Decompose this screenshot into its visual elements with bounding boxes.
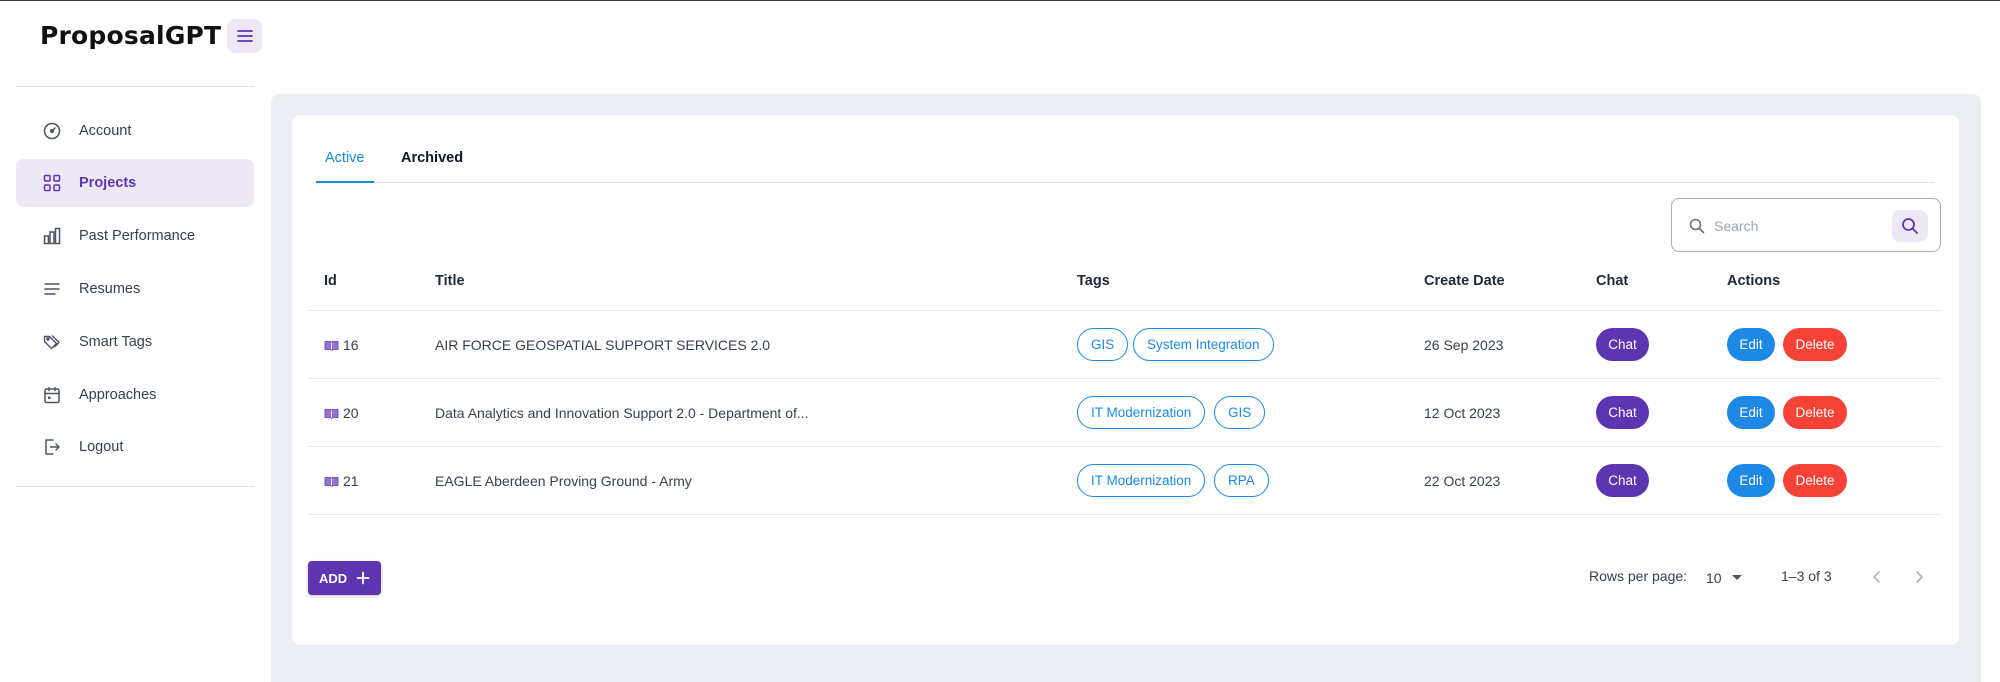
column-header-create-date: Create Date: [1424, 273, 1505, 289]
row-title: AIR FORCE GEOSPATIAL SUPPORT SERVICES 2.…: [435, 337, 771, 353]
row-title: EAGLE Aberdeen Proving Ground - Army: [435, 473, 692, 489]
row-id: 21: [324, 471, 359, 491]
tag-chip[interactable]: IT Modernization: [1077, 396, 1206, 429]
tag-chip[interactable]: GIS: [1077, 328, 1129, 361]
row-divider: [308, 378, 1942, 379]
calendar-icon: [42, 385, 62, 405]
tags-icon: [42, 332, 62, 352]
add-project-button[interactable]: ADD: [308, 561, 381, 595]
edit-button[interactable]: Edit: [1727, 464, 1775, 497]
plus-icon: [356, 571, 370, 585]
sidebar-item-label: Resumes: [79, 281, 141, 297]
sidebar-divider-top: [16, 86, 254, 87]
chat-button[interactable]: Chat: [1596, 328, 1649, 361]
search-icon: [1902, 218, 1918, 234]
sidebar-item-smart-tags[interactable]: Smart Tags: [16, 318, 254, 366]
row-create-date: 26 Sep 2023: [1424, 337, 1504, 353]
chevron-right-icon: [1916, 571, 1923, 583]
rows-per-page-label: Rows per page:: [1589, 568, 1688, 584]
search-field: [1671, 198, 1941, 252]
tag-chip[interactable]: System Integration: [1133, 328, 1274, 361]
column-header-actions: Actions: [1727, 273, 1781, 289]
rows-per-page-value: 10: [1706, 570, 1722, 586]
delete-button[interactable]: Delete: [1783, 396, 1847, 429]
column-header-chat: Chat: [1596, 273, 1629, 289]
row-create-date: 22 Oct 2023: [1424, 473, 1501, 489]
column-header-title: Title: [435, 273, 465, 289]
sidebar-item-resumes[interactable]: Resumes: [16, 265, 254, 313]
project-tabs: Active Archived: [316, 141, 1934, 183]
book-icon: [324, 340, 339, 351]
delete-button[interactable]: Delete: [1783, 464, 1847, 497]
gauge-icon: [42, 121, 62, 141]
edit-button[interactable]: Edit: [1727, 328, 1775, 361]
sidebar-item-label: Approaches: [79, 387, 157, 403]
pagination-info: 1–3 of 3: [1781, 568, 1832, 584]
tab-archived[interactable]: Archived: [392, 141, 472, 183]
sidebar-item-past-performance[interactable]: Past Performance: [16, 212, 254, 260]
chevron-left-icon: [1873, 571, 1880, 583]
hamburger-icon: [236, 30, 253, 42]
sidebar-item-label: Past Performance: [79, 228, 196, 244]
row-create-date: 12 Oct 2023: [1424, 405, 1501, 421]
row-divider: [308, 446, 1942, 447]
search-icon: [1689, 218, 1705, 234]
tag-chip[interactable]: GIS: [1214, 396, 1266, 429]
add-button-label: ADD: [319, 570, 348, 586]
previous-page-button[interactable]: [1865, 565, 1889, 589]
search-button[interactable]: [1892, 210, 1928, 242]
book-icon: [324, 476, 339, 487]
next-page-button[interactable]: [1907, 565, 1931, 589]
sidebar-item-projects[interactable]: Projects: [16, 159, 254, 207]
sidebar-item-label: Account: [79, 123, 132, 139]
tab-active[interactable]: Active: [316, 141, 374, 183]
row-divider: [308, 514, 1942, 515]
row-divider: [308, 310, 1942, 311]
sidebar-item-approaches[interactable]: Approaches: [16, 371, 254, 419]
tag-chip[interactable]: RPA: [1214, 464, 1269, 497]
row-id: 16: [324, 335, 359, 355]
book-icon: [324, 408, 339, 419]
app-logo: ProposalGPT: [40, 21, 222, 50]
sidebar-item-logout[interactable]: Logout: [16, 423, 254, 471]
edit-button[interactable]: Edit: [1727, 396, 1775, 429]
row-title: Data Analytics and Innovation Support 2.…: [435, 405, 809, 421]
sidebar-item-label: Projects: [79, 175, 137, 191]
sidebar-divider-bottom: [16, 486, 254, 487]
logout-icon: [42, 437, 62, 457]
search-input[interactable]: [1714, 213, 1884, 239]
sidebar-item-label: Smart Tags: [79, 334, 153, 350]
tag-chip[interactable]: IT Modernization: [1077, 464, 1206, 497]
column-header-tags: Tags: [1077, 273, 1110, 289]
caret-down-icon: [1732, 575, 1742, 580]
sidebar-item-account[interactable]: Account: [16, 107, 254, 155]
chat-button[interactable]: Chat: [1596, 464, 1649, 497]
chat-button[interactable]: Chat: [1596, 396, 1649, 429]
list-icon: [42, 279, 62, 299]
bar-chart-icon: [42, 226, 62, 246]
sidebar-item-label: Logout: [79, 439, 124, 455]
delete-button[interactable]: Delete: [1783, 328, 1847, 361]
row-id: 20: [324, 403, 359, 423]
grid-icon: [42, 173, 62, 193]
column-header-id: Id: [324, 273, 337, 289]
rows-per-page-select[interactable]: 10: [1706, 566, 1746, 590]
menu-toggle-button[interactable]: [227, 19, 262, 53]
